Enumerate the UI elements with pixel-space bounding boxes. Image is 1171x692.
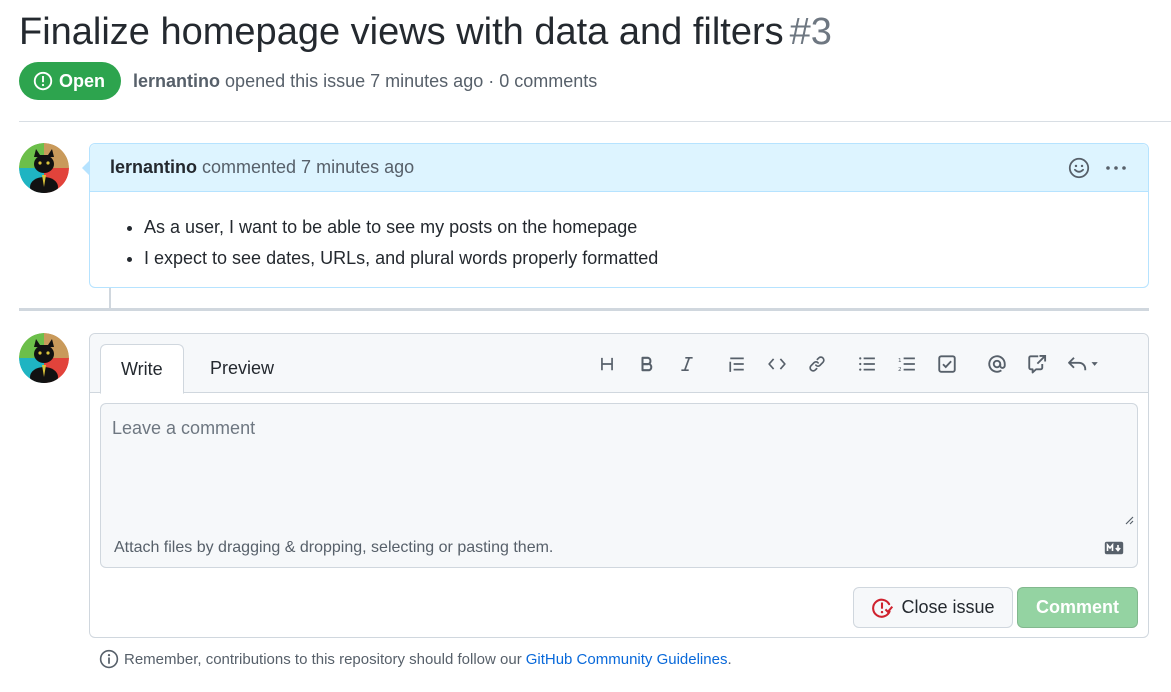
tab-write[interactable]: Write: [100, 344, 184, 394]
header-divider: [19, 121, 1171, 122]
ordered-list-icon[interactable]: 12: [895, 352, 919, 376]
cross-reference-icon[interactable]: [1025, 352, 1049, 376]
info-icon: [99, 649, 119, 669]
kebab-horizontal-icon[interactable]: [1104, 157, 1128, 179]
list-item: As a user, I want to be able to see my p…: [144, 212, 1128, 243]
issue-meta: Open lernantino opened this issue 7 minu…: [19, 62, 597, 100]
comment-actions: [1068, 157, 1128, 179]
note-end: .: [727, 650, 732, 668]
svg-text:1: 1: [898, 358, 902, 364]
issue-opened-icon: [33, 71, 53, 91]
issue-title: Finalize homepage views with data and fi…: [19, 11, 784, 53]
timeline-line: [109, 288, 111, 308]
issue-number: #3: [789, 11, 832, 53]
saved-replies-icon[interactable]: [1065, 352, 1103, 376]
comment-submit-button[interactable]: Comment: [1017, 587, 1138, 628]
close-issue-button[interactable]: Close issue: [853, 587, 1013, 628]
timeline-divider: [19, 308, 1149, 311]
markdown-icon[interactable]: [1104, 541, 1124, 555]
heading-icon[interactable]: [595, 352, 619, 376]
issue-title-row: Finalize homepage views with data and fi…: [19, 8, 832, 56]
comment-placeholder: Leave a comment: [112, 418, 256, 438]
resize-handle-icon[interactable]: [1124, 515, 1134, 525]
status-badge: Open: [19, 62, 122, 100]
status-label: Open: [59, 70, 106, 91]
note-text: Remember, contributions to this reposito…: [124, 650, 522, 668]
issue-opened-text: lernantino opened this issue 7 minutes a…: [133, 71, 597, 92]
quote-icon[interactable]: [725, 352, 749, 376]
contribution-note: Remember, contributions to this reposito…: [99, 649, 732, 669]
tasklist-icon[interactable]: [935, 352, 959, 376]
unordered-list-icon[interactable]: [855, 352, 879, 376]
avatar[interactable]: [19, 333, 69, 383]
comment-card: lernantino commented 7 minutes ago As a …: [82, 143, 1149, 288]
mention-icon[interactable]: [985, 352, 1009, 376]
new-comment-form: Write Preview 12 Leave a comment Attach …: [89, 333, 1149, 638]
svg-text:2: 2: [898, 367, 902, 373]
tab-preview[interactable]: Preview: [190, 344, 294, 393]
opened-time: opened this issue 7 minutes ago · 0 comm…: [225, 70, 598, 91]
comment-body: As a user, I want to be able to see my p…: [90, 192, 1148, 274]
bold-icon[interactable]: [635, 352, 659, 376]
smiley-icon[interactable]: [1068, 157, 1090, 179]
file-attachment-bar[interactable]: Attach files by dragging & dropping, sel…: [100, 528, 1138, 568]
link-icon[interactable]: [805, 352, 829, 376]
markdown-toolbar: 12: [595, 352, 1103, 376]
comment-time[interactable]: commented 7 minutes ago: [202, 157, 414, 178]
issue-closed-icon: [872, 598, 894, 618]
italic-icon[interactable]: [675, 352, 699, 376]
close-issue-label: Close issue: [901, 597, 995, 617]
community-guidelines-link[interactable]: GitHub Community Guidelines: [526, 651, 728, 668]
comment-textarea[interactable]: Leave a comment: [100, 403, 1138, 529]
comment-author-link[interactable]: lernantino: [110, 157, 197, 178]
code-icon[interactable]: [765, 352, 789, 376]
editor-tab-bar: Write Preview 12: [90, 334, 1148, 394]
list-item: I expect to see dates, URLs, and plural …: [144, 243, 1128, 274]
avatar[interactable]: [19, 143, 69, 193]
issue-author-link[interactable]: lernantino: [133, 71, 220, 91]
attach-text: Attach files by dragging & dropping, sel…: [114, 538, 554, 556]
comment-header: lernantino commented 7 minutes ago: [90, 144, 1148, 192]
